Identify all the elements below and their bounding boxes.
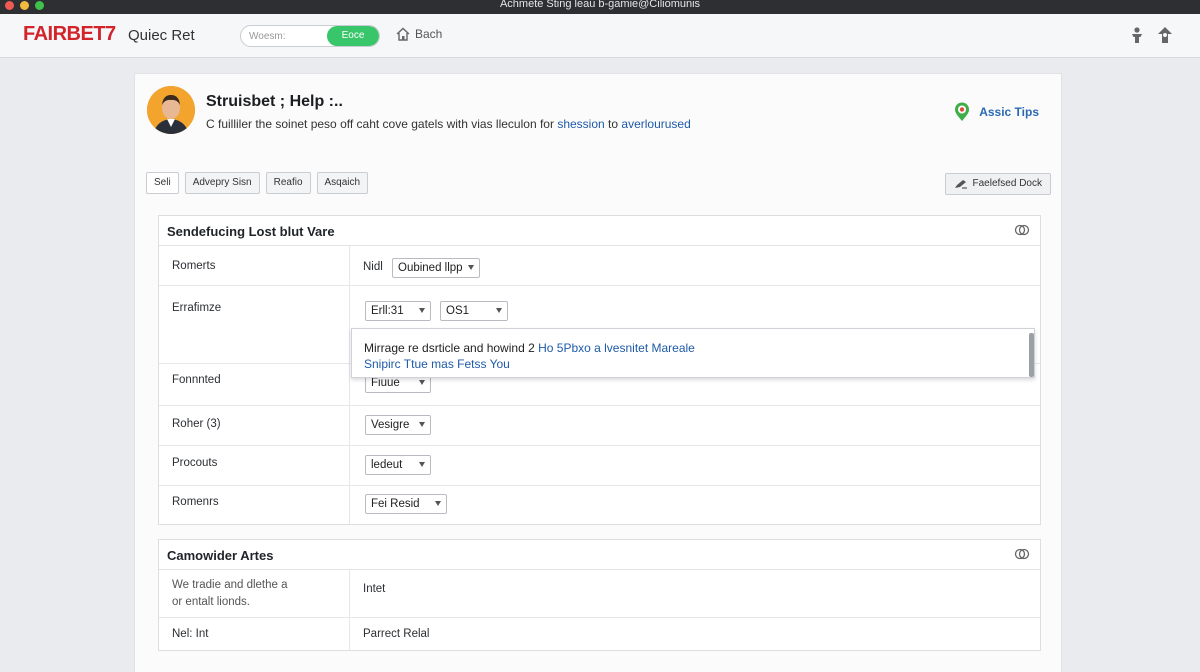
row-select[interactable]: Vesigre bbox=[365, 415, 431, 435]
search-box: Eoce bbox=[240, 25, 380, 47]
minimize-window-button[interactable] bbox=[20, 1, 29, 10]
user-icon[interactable] bbox=[1128, 26, 1146, 44]
chevron-down-icon bbox=[496, 308, 502, 313]
zoom-window-button[interactable] bbox=[35, 1, 44, 10]
row-label: Procouts bbox=[172, 457, 218, 469]
select-value: Vesigre bbox=[371, 419, 410, 431]
home-label: Bach bbox=[415, 27, 443, 41]
row-select[interactable]: Fei Resid bbox=[365, 494, 447, 514]
tab-advepry-sisn[interactable]: Advepry Sisn bbox=[184, 172, 260, 194]
chevron-down-icon bbox=[468, 265, 474, 270]
tab-asqaich[interactable]: Asqaich bbox=[316, 172, 369, 194]
description-link-overloaded[interactable]: averlourused bbox=[621, 117, 690, 131]
chevron-down-icon bbox=[419, 422, 425, 427]
chevron-down-icon bbox=[419, 308, 425, 313]
search-input[interactable] bbox=[241, 26, 329, 46]
notification-icon[interactable] bbox=[1156, 26, 1174, 44]
help-card: Struisbet ; Help :.. C fuilliler the soi… bbox=[134, 73, 1062, 672]
chevron-down-icon bbox=[419, 380, 425, 385]
row-select-b[interactable]: OS1 bbox=[440, 301, 508, 321]
window-title: Achmete Sting leau b-gamie@Ciliomunis bbox=[499, 0, 701, 10]
tips-label: Assic Tips bbox=[979, 105, 1039, 119]
section-title: Sendefucing Lost blut Vare bbox=[167, 224, 335, 239]
select-value: Oubined llpp bbox=[398, 262, 463, 274]
row-value: Intet bbox=[363, 583, 386, 595]
popover-scrollbar[interactable] bbox=[1029, 333, 1034, 377]
description-mid-text: to bbox=[608, 117, 619, 131]
section-header: Camowider Artes bbox=[159, 540, 1040, 570]
info-popover: Mirrage re dsrticle and howind 2 Ho 5Pbx… bbox=[351, 328, 1035, 378]
select-value: ledeut bbox=[371, 459, 403, 471]
tips-link[interactable]: Assic Tips bbox=[953, 102, 1039, 122]
feedback-dock-button[interactable]: Faelefsed Dock bbox=[944, 173, 1051, 195]
avatar bbox=[147, 86, 195, 134]
row-select-a[interactable]: Erll:31 bbox=[365, 301, 431, 321]
table-row: Procouts ledeut bbox=[159, 446, 1040, 486]
row-value: Parrect Relal bbox=[363, 628, 430, 640]
select-value: Fei Resid bbox=[371, 498, 420, 510]
brand-logo[interactable]: FAIRBET7 bbox=[23, 23, 116, 46]
section-title: Camowider Artes bbox=[167, 548, 274, 563]
brand-subtitle: Quiec Ret bbox=[128, 27, 195, 44]
row-label: We tradie and dlethe a bbox=[172, 579, 288, 591]
tab-bar: Seli Advepry Sisn Reafio Asqaich bbox=[146, 172, 369, 194]
collapse-toggle-icon[interactable] bbox=[1014, 548, 1030, 560]
table-row: Romerts Nidl Oubined llpp bbox=[159, 246, 1040, 286]
chevron-down-icon bbox=[419, 462, 425, 467]
description-link-session[interactable]: shession bbox=[557, 117, 604, 131]
tab-reafio[interactable]: Reafio bbox=[265, 172, 311, 194]
table-row: We tradie and dlethe a or entalt lionds.… bbox=[159, 570, 1040, 618]
page-description: C fuilliler the soinet peso off caht cov… bbox=[206, 117, 691, 131]
profile-photo bbox=[147, 86, 195, 134]
window-controls bbox=[5, 1, 44, 10]
search-button[interactable]: Eoce bbox=[327, 26, 379, 46]
select-value: Fiuue bbox=[371, 377, 400, 389]
table-row: Roher (3) Vesigre bbox=[159, 406, 1040, 446]
row-prefix-text: Nidl bbox=[363, 261, 383, 273]
collapse-toggle-icon[interactable] bbox=[1014, 224, 1030, 236]
row-select[interactable]: ledeut bbox=[365, 455, 431, 475]
home-link[interactable]: Bach bbox=[395, 27, 442, 41]
description-text: C fuilliler the soinet peso off caht cov… bbox=[206, 117, 554, 131]
row-label-line2: or entalt lionds. bbox=[172, 596, 250, 608]
select-value: Erll:31 bbox=[371, 305, 404, 317]
popover-link[interactable]: Ho 5Pbxo a lvesnitet Mareale bbox=[538, 341, 695, 355]
row-label: Romerts bbox=[172, 260, 216, 272]
app-header: FAIRBET7 Quiec Ret Eoce Bach bbox=[0, 14, 1200, 58]
popover-line2[interactable]: Snipirc Ttue mas Fetss You bbox=[364, 357, 510, 371]
extras-section: Camowider Artes We tradie and dlethe a o… bbox=[158, 539, 1041, 651]
pencil-icon bbox=[954, 180, 967, 189]
popover-text: Mirrage re dsrticle and howind 2 bbox=[364, 341, 535, 355]
row-label: Errafimze bbox=[172, 302, 222, 314]
map-pin-icon bbox=[955, 102, 970, 121]
table-row: Romenrs Fei Resid bbox=[159, 486, 1040, 524]
feedback-dock-label: Faelefsed Dock bbox=[972, 178, 1042, 189]
page-title: Struisbet ; Help :.. bbox=[206, 93, 343, 110]
home-icon bbox=[396, 27, 410, 41]
table-row: Nel: Int Parrect Relal bbox=[159, 618, 1040, 650]
select-value: OS1 bbox=[446, 305, 470, 317]
section-header: Sendefucing Lost blut Vare bbox=[159, 216, 1040, 246]
tab-seli[interactable]: Seli bbox=[146, 172, 179, 194]
row-label: Romenrs bbox=[172, 496, 219, 508]
row-label: Nel: Int bbox=[172, 628, 209, 640]
close-window-button[interactable] bbox=[5, 1, 14, 10]
popover-line1: Mirrage re dsrticle and howind 2 Ho 5Pbx… bbox=[364, 341, 695, 355]
row-label: Roher (3) bbox=[172, 418, 221, 430]
chevron-down-icon bbox=[435, 501, 441, 506]
window-titlebar: Achmete Sting leau b-gamie@Ciliomunis bbox=[0, 0, 1200, 14]
row-select[interactable]: Oubined llpp bbox=[392, 258, 480, 278]
row-label: Fonnnted bbox=[172, 374, 221, 386]
